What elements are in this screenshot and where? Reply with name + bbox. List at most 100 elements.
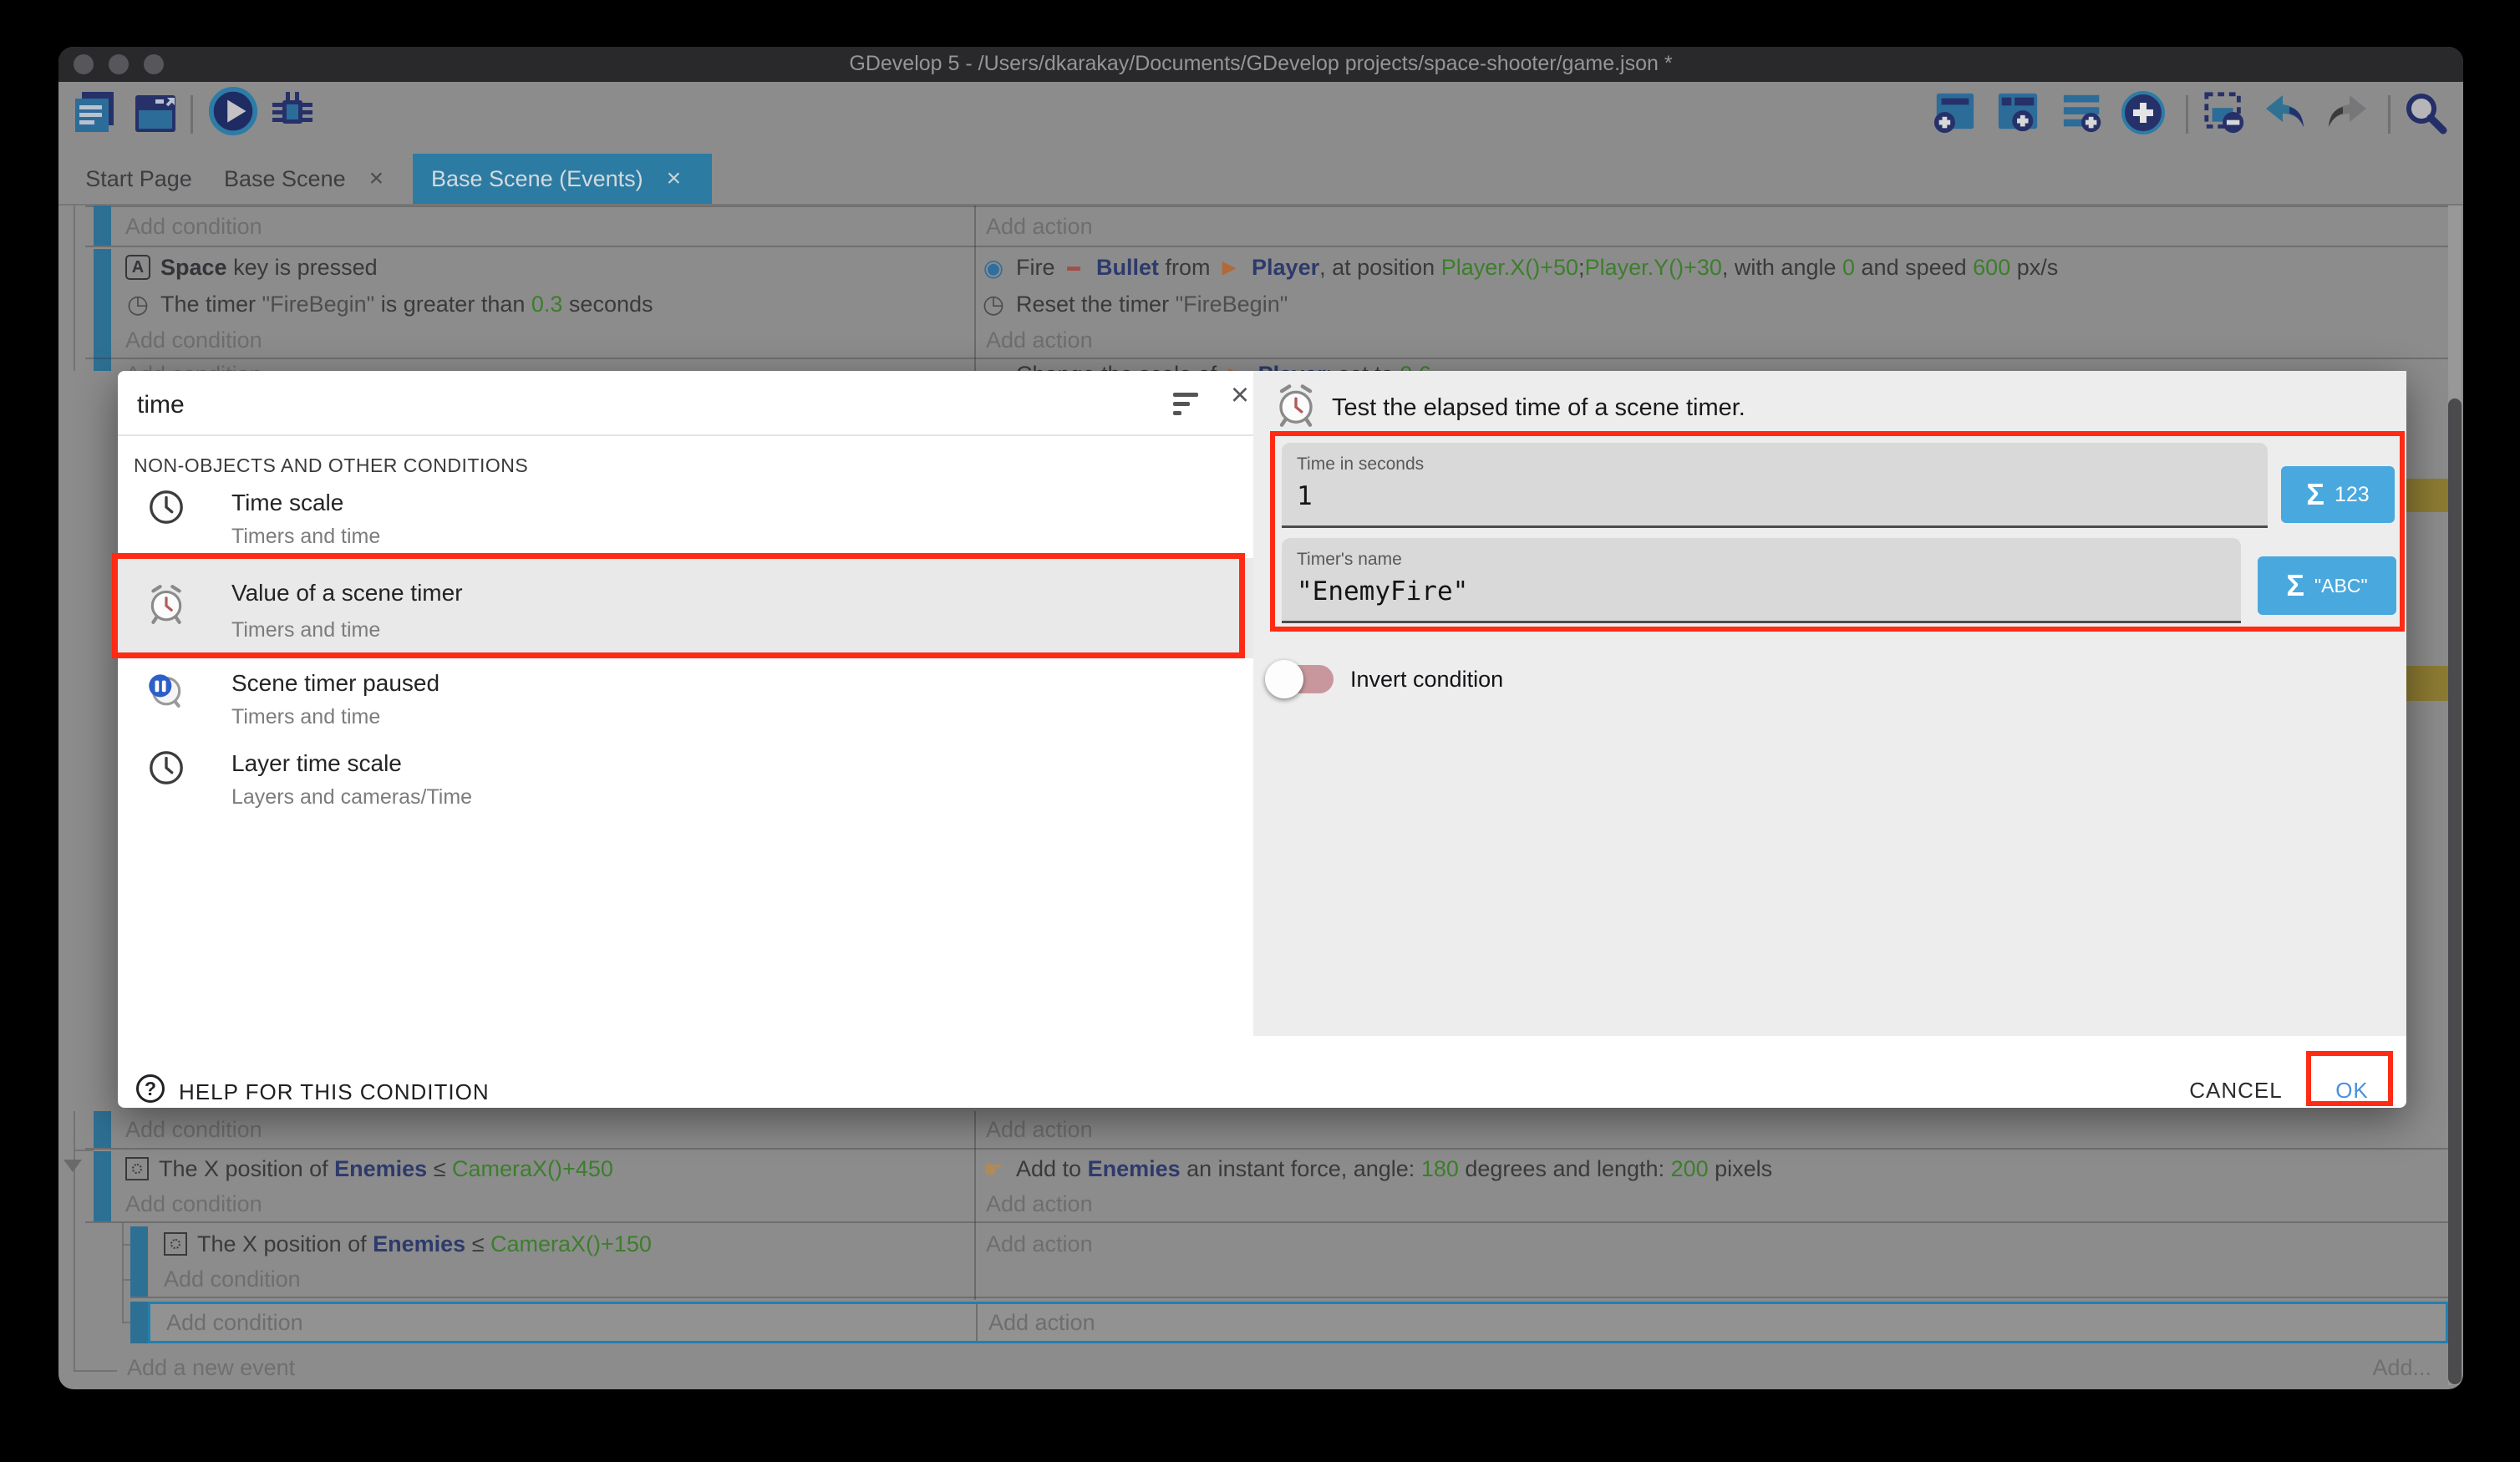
condition-row[interactable]: The timer "FireBegin" is greater than 0.…: [125, 286, 653, 322]
project-manager-icon[interactable]: [72, 89, 119, 140]
condition-row[interactable]: Space key is pressed: [125, 249, 378, 286]
toolbar-divider: [191, 95, 193, 134]
condition-item-scene-timer-paused[interactable]: Scene timer paused Timers and time: [118, 658, 1253, 739]
search-input[interactable]: [135, 383, 891, 428]
add-action-placeholder[interactable]: Add action: [986, 1186, 1093, 1221]
add-condition-placeholder[interactable]: Add condition: [166, 1304, 303, 1341]
search-icon[interactable]: [2401, 89, 2450, 141]
window-title: GDevelop 5 - /Users/dkarakay/Documents/G…: [58, 52, 2463, 76]
add-condition-placeholder[interactable]: Add condition: [164, 1261, 301, 1297]
fire-icon: [981, 255, 1006, 280]
filter-icon[interactable]: [1173, 393, 1198, 415]
debugger-icon[interactable]: [269, 89, 316, 140]
add-action-placeholder[interactable]: Add action: [986, 1111, 1093, 1148]
add-event-icon[interactable]: [1932, 90, 1977, 140]
item-subtitle: Timers and time: [231, 618, 380, 642]
add-condition-placeholder[interactable]: Add condition: [125, 322, 262, 358]
item-title: Scene timer paused: [231, 670, 439, 697]
item-title: Value of a scene timer: [231, 580, 463, 607]
item-title: Layer time scale: [231, 750, 402, 777]
tab-start-page[interactable]: Start Page: [72, 154, 206, 204]
undo-icon[interactable]: [2261, 90, 2309, 143]
close-tab-icon[interactable]: ×: [667, 165, 682, 193]
sigma-icon: Σ: [2286, 568, 2304, 603]
add-action-placeholder[interactable]: Add action: [986, 322, 1093, 358]
condition-item-value-of-scene-timer[interactable]: Value of a scene timer Timers and time: [118, 558, 1253, 658]
ok-button[interactable]: OK: [2314, 1078, 2390, 1104]
add-comment-icon[interactable]: [2060, 90, 2106, 140]
row-divider: [85, 1221, 2448, 1223]
scrollbar-thumb[interactable]: [2448, 398, 2462, 1384]
time-in-seconds-field[interactable]: Time in seconds 1: [1282, 443, 2268, 528]
scene-editor-icon[interactable]: [132, 89, 179, 140]
add-action-placeholder[interactable]: Add action: [986, 207, 1093, 246]
clock-icon: [147, 488, 185, 530]
item-subtitle: Layers and cameras/Time: [231, 785, 472, 810]
field-label: Time in seconds: [1297, 454, 1424, 475]
clipped-event-row: Add condition Change the scale of Player…: [85, 359, 2448, 371]
selected-event-row[interactable]: Add condition Add action: [148, 1302, 2448, 1343]
sigma-icon: Σ: [2306, 477, 2324, 512]
cancel-button[interactable]: CANCEL: [2177, 1078, 2294, 1104]
row-divider: [130, 1297, 2448, 1298]
scale-icon: [981, 362, 1006, 371]
expression-builder-button[interactable]: Σ 123: [2281, 466, 2395, 523]
add-condition-placeholder[interactable]: Add condition: [125, 1111, 262, 1148]
redo-icon[interactable]: [2323, 90, 2371, 143]
invert-condition-label: Invert condition: [1350, 667, 1503, 693]
toolbar-divider: [2186, 95, 2188, 134]
event-bar: [94, 206, 111, 246]
alarm-clock-icon: [1273, 383, 1318, 432]
tree-line: [122, 1244, 130, 1246]
player-icon: [1223, 362, 1248, 371]
add-condition-placeholder[interactable]: Add condition: [125, 1186, 262, 1221]
subevent-bar: [130, 1302, 148, 1343]
timers-name-field[interactable]: Timer's name "EnemyFire": [1282, 538, 2241, 623]
add-action-placeholder[interactable]: Add action: [988, 1304, 1095, 1341]
close-tab-icon[interactable]: ×: [369, 165, 384, 193]
condition-row[interactable]: The X position of Enemies ≤ CameraX()+15…: [164, 1226, 652, 1261]
action-row[interactable]: Change the scale of Player: set to 0.6: [981, 359, 1431, 371]
item-title: Time scale: [231, 490, 343, 516]
button-label: 123: [2335, 483, 2370, 507]
action-row[interactable]: Reset the timer "FireBegin": [981, 286, 1288, 322]
add-action-placeholder[interactable]: Add action: [986, 1226, 1093, 1261]
delete-event-icon[interactable]: [2202, 90, 2248, 140]
column-divider: [974, 1111, 976, 1300]
add-condition-placeholder[interactable]: Add condition: [125, 207, 262, 246]
position-icon: [125, 1157, 149, 1180]
close-dialog-icon[interactable]: ×: [1222, 378, 1258, 418]
toggle-knob[interactable]: [1265, 660, 1303, 698]
add-more-button[interactable]: Add...: [2306, 1355, 2431, 1381]
condition-row[interactable]: The X position of Enemies ≤ CameraX()+45…: [125, 1151, 613, 1186]
add-subevent-icon[interactable]: [1995, 90, 2040, 140]
field-value[interactable]: 1: [1297, 481, 1313, 511]
selected-row-highlight: [2406, 479, 2450, 512]
condition-item-time-scale[interactable]: Time scale Timers and time: [118, 478, 1253, 558]
bullet-icon: [1061, 255, 1086, 280]
field-value[interactable]: "EnemyFire": [1297, 576, 1468, 607]
item-subtitle: Timers and time: [231, 525, 380, 549]
button-label: "ABC": [2314, 575, 2368, 597]
row-divider: [85, 246, 2448, 247]
row-divider: [85, 206, 2448, 207]
action-row[interactable]: Fire Bullet from Player, at position Pla…: [981, 249, 2058, 286]
action-row[interactable]: Add to Enemies an instant force, angle: …: [981, 1151, 1772, 1186]
position-icon: [164, 1232, 187, 1256]
preview-play-icon[interactable]: [207, 85, 259, 141]
condition-item-layer-time-scale[interactable]: Layer time scale Layers and cameras/Time: [118, 739, 1253, 819]
help-link[interactable]: HELP FOR THIS CONDITION: [179, 1079, 490, 1105]
tab-label: Base Scene (Events): [431, 166, 643, 192]
tab-base-scene[interactable]: Base Scene ×: [224, 154, 399, 204]
add-choose-icon[interactable]: [2119, 89, 2167, 141]
collapse-arrow-icon[interactable]: [64, 1160, 82, 1172]
tab-label: Start Page: [85, 166, 192, 192]
help-icon[interactable]: [136, 1074, 165, 1103]
section-header: NON-OBJECTS AND OTHER CONDITIONS: [134, 454, 528, 477]
pause-timer-icon: [144, 667, 185, 713]
add-condition-placeholder[interactable]: Add condition: [125, 359, 262, 371]
add-new-event-button[interactable]: Add a new event: [127, 1355, 295, 1381]
tree-line: [122, 1322, 130, 1323]
string-expression-builder-button[interactable]: Σ "ABC": [2258, 556, 2396, 615]
tab-base-scene-events[interactable]: Base Scene (Events) ×: [413, 154, 712, 204]
